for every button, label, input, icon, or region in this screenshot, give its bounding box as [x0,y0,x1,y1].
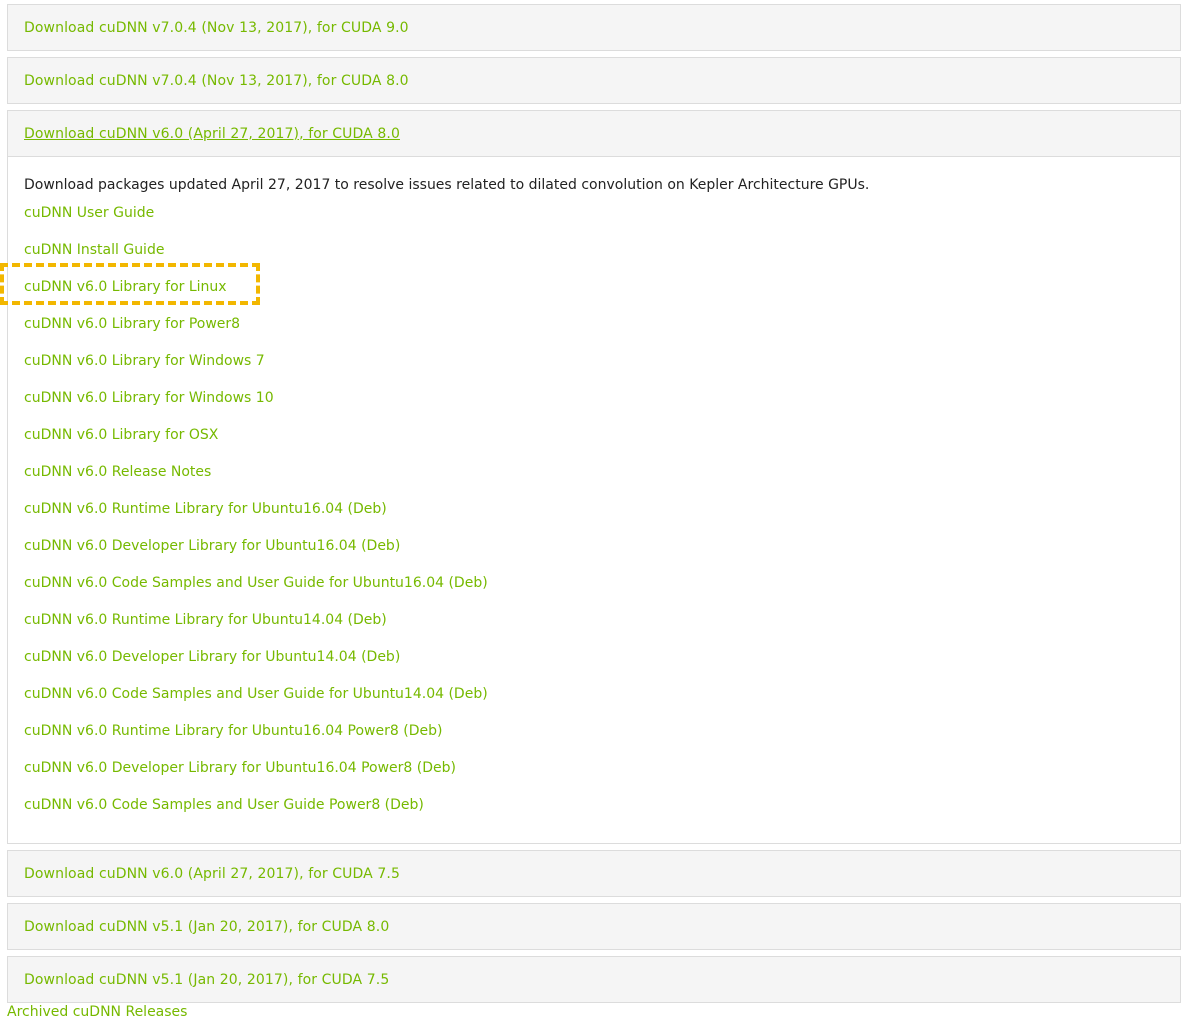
list-item: cuDNN v6.0 Code Samples and User Guide f… [24,573,1164,610]
download-link-list: cuDNN User Guide cuDNN Install Guide cuD… [0,203,1164,832]
list-item: cuDNN v6.0 Code Samples and User Guide f… [24,684,1164,721]
list-item: cuDNN v6.0 Runtime Library for Ubuntu16.… [24,499,1164,536]
link-developer-ubuntu1604[interactable]: cuDNN v6.0 Developer Library for Ubuntu1… [24,538,400,554]
panel-link-cudnn-60-cuda75[interactable]: Download cuDNN v6.0 (April 27, 2017), fo… [24,866,400,882]
list-item: cuDNN v6.0 Developer Library for Ubuntu1… [24,758,1164,795]
panel-body-cudnn-60-cuda80: Download packages updated April 27, 2017… [0,157,1181,844]
link-user-guide[interactable]: cuDNN User Guide [24,205,154,221]
panel-link-cudnn-704-cuda90[interactable]: Download cuDNN v7.0.4 (Nov 13, 2017), fo… [24,20,409,36]
link-runtime-ubuntu1604-power8[interactable]: cuDNN v6.0 Runtime Library for Ubuntu16.… [24,723,442,739]
list-item: cuDNN v6.0 Runtime Library for Ubuntu14.… [24,610,1164,647]
link-release-notes[interactable]: cuDNN v6.0 Release Notes [24,464,211,480]
panel-cudnn-60-cuda75[interactable]: Download cuDNN v6.0 (April 27, 2017), fo… [7,850,1181,897]
list-item: cuDNN v6.0 Release Notes [24,462,1164,499]
link-developer-ubuntu1404[interactable]: cuDNN v6.0 Developer Library for Ubuntu1… [24,649,400,665]
list-item: cuDNN v6.0 Runtime Library for Ubuntu16.… [24,721,1164,758]
list-item: cuDNN v6.0 Developer Library for Ubuntu1… [24,536,1164,573]
link-library-osx[interactable]: cuDNN v6.0 Library for OSX [24,427,218,443]
link-runtime-ubuntu1604[interactable]: cuDNN v6.0 Runtime Library for Ubuntu16.… [24,501,387,517]
link-library-windows7[interactable]: cuDNN v6.0 Library for Windows 7 [24,353,265,369]
link-runtime-ubuntu1404[interactable]: cuDNN v6.0 Runtime Library for Ubuntu14.… [24,612,387,628]
panel-cudnn-51-cuda80[interactable]: Download cuDNN v5.1 (Jan 20, 2017), for … [7,903,1181,950]
panel-link-cudnn-704-cuda80[interactable]: Download cuDNN v7.0.4 (Nov 13, 2017), fo… [24,73,409,89]
archived-releases-link[interactable]: Archived cuDNN Releases [7,1004,187,1020]
panel-cudnn-704-cuda90[interactable]: Download cuDNN v7.0.4 (Nov 13, 2017), fo… [7,4,1181,51]
link-library-linux[interactable]: cuDNN v6.0 Library for Linux [24,279,227,295]
panel-cudnn-51-cuda75[interactable]: Download cuDNN v5.1 (Jan 20, 2017), for … [7,956,1181,1003]
list-item: cuDNN v6.0 Library for Linux [0,263,1164,314]
link-library-windows10[interactable]: cuDNN v6.0 Library for Windows 10 [24,390,274,406]
archived-releases: Archived cuDNN Releases [7,1003,187,1021]
list-item: cuDNN v6.0 Code Samples and User Guide P… [24,795,1164,832]
panel-cudnn-704-cuda80[interactable]: Download cuDNN v7.0.4 (Nov 13, 2017), fo… [7,57,1181,104]
panel-cudnn-60-cuda80[interactable]: Download cuDNN v6.0 (April 27, 2017), fo… [7,110,1181,157]
list-item: cuDNN v6.0 Library for OSX [24,425,1164,462]
panel-description: Download packages updated April 27, 2017… [24,177,870,193]
cudnn-download-accordion: Download cuDNN v7.0.4 (Nov 13, 2017), fo… [0,4,1181,1009]
link-samples-ubuntu1604[interactable]: cuDNN v6.0 Code Samples and User Guide f… [24,575,488,591]
link-library-power8[interactable]: cuDNN v6.0 Library for Power8 [24,316,240,332]
link-samples-power8[interactable]: cuDNN v6.0 Code Samples and User Guide P… [24,797,424,813]
list-item: cuDNN v6.0 Library for Windows 7 [24,351,1164,388]
link-install-guide[interactable]: cuDNN Install Guide [24,242,164,258]
list-item: cuDNN User Guide [24,203,1164,240]
link-developer-ubuntu1604-power8[interactable]: cuDNN v6.0 Developer Library for Ubuntu1… [24,760,456,776]
panel-link-cudnn-51-cuda75[interactable]: Download cuDNN v5.1 (Jan 20, 2017), for … [24,972,389,988]
list-item: cuDNN v6.0 Library for Power8 [24,314,1164,351]
list-item: cuDNN v6.0 Library for Windows 10 [24,388,1164,425]
list-item: cuDNN v6.0 Developer Library for Ubuntu1… [24,647,1164,684]
list-item: cuDNN Install Guide [24,240,1164,277]
panel-link-cudnn-60-cuda80[interactable]: Download cuDNN v6.0 (April 27, 2017), fo… [24,126,400,142]
link-samples-ubuntu1404[interactable]: cuDNN v6.0 Code Samples and User Guide f… [24,686,488,702]
panel-link-cudnn-51-cuda80[interactable]: Download cuDNN v5.1 (Jan 20, 2017), for … [24,919,389,935]
